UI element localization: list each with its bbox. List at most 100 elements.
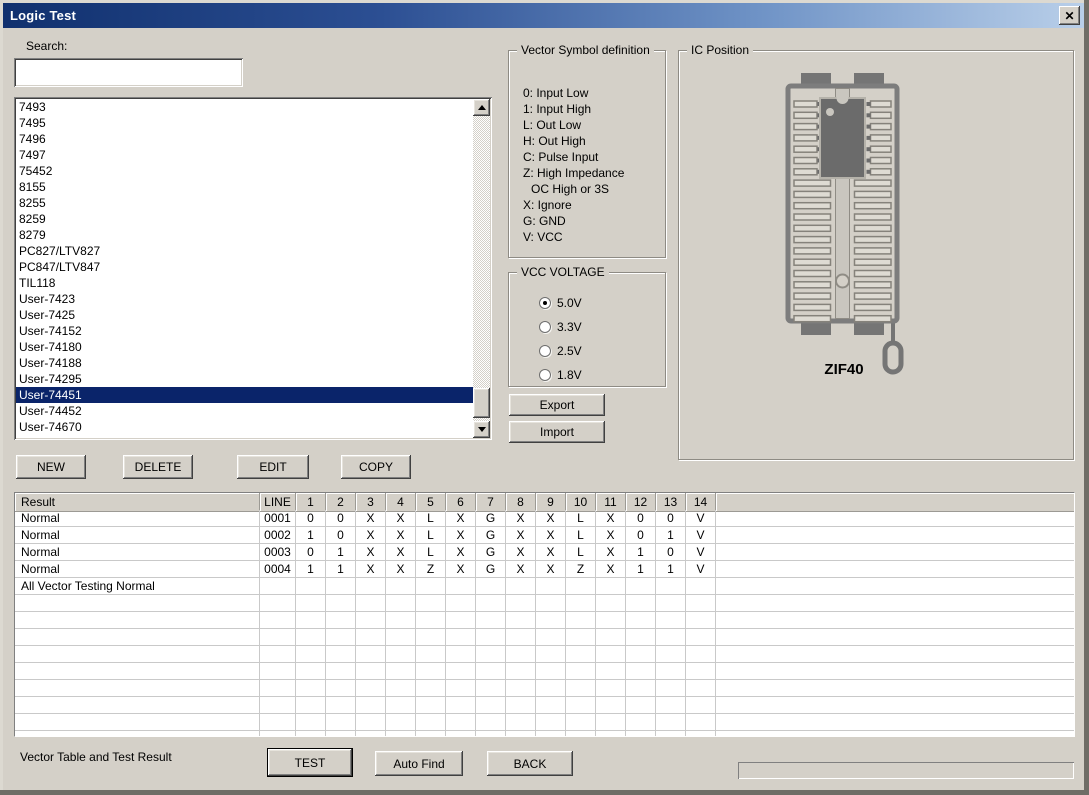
pin-cell[interactable]: 0 <box>656 510 686 527</box>
pin-cell[interactable]: Z <box>566 561 596 578</box>
list-item[interactable]: 8255 <box>16 195 473 211</box>
pin-cell[interactable]: X <box>386 510 416 527</box>
pin-cell[interactable]: X <box>536 510 566 527</box>
list-item[interactable]: TIL118 <box>16 275 473 291</box>
list-item[interactable]: 8259 <box>16 211 473 227</box>
line-cell[interactable]: 0001 <box>260 510 296 527</box>
test-button[interactable]: TEST <box>267 748 353 777</box>
scroll-up-button[interactable] <box>473 99 490 116</box>
radio-icon[interactable] <box>539 297 551 309</box>
list-item[interactable]: User-74451 <box>16 387 473 403</box>
pin-cell[interactable]: L <box>566 527 596 544</box>
new-button[interactable]: NEW <box>16 455 86 479</box>
edit-button[interactable]: EDIT <box>237 455 309 479</box>
list-item[interactable]: User-74152 <box>16 323 473 339</box>
pin-cell[interactable]: 1 <box>326 561 356 578</box>
list-item[interactable]: User-7423 <box>16 291 473 307</box>
pin-cell[interactable]: 1 <box>656 561 686 578</box>
result-cell[interactable]: Normal <box>15 510 260 527</box>
pin-cell[interactable]: X <box>596 527 626 544</box>
import-button[interactable]: Import <box>509 421 605 443</box>
pin-cell[interactable]: X <box>596 544 626 561</box>
pin-cell[interactable]: 1 <box>656 527 686 544</box>
pin-cell[interactable]: 1 <box>626 544 656 561</box>
auto-find-button[interactable]: Auto Find <box>375 751 463 776</box>
list-item[interactable]: User-74452 <box>16 403 473 419</box>
pin-cell[interactable]: X <box>356 544 386 561</box>
list-item[interactable]: 8279 <box>16 227 473 243</box>
pin-cell[interactable]: G <box>476 510 506 527</box>
pin-cell[interactable]: X <box>446 510 476 527</box>
pin-cell[interactable]: X <box>506 510 536 527</box>
pin-cell[interactable]: V <box>686 561 716 578</box>
copy-button[interactable]: COPY <box>341 455 411 479</box>
list-item[interactable]: 75452 <box>16 163 473 179</box>
line-cell[interactable]: 0004 <box>260 561 296 578</box>
device-list-scrollbar[interactable] <box>473 99 490 438</box>
pin-cell[interactable]: X <box>386 527 416 544</box>
pin-cell[interactable]: G <box>476 527 506 544</box>
search-input[interactable] <box>14 58 243 87</box>
pin-cell[interactable]: 0 <box>296 510 326 527</box>
delete-button[interactable]: DELETE <box>123 455 193 479</box>
pin-cell[interactable]: 0 <box>326 527 356 544</box>
vcc-option[interactable]: 3.3V <box>539 315 582 339</box>
pin-cell[interactable]: 1 <box>296 527 326 544</box>
pin-cell[interactable]: X <box>356 527 386 544</box>
radio-icon[interactable] <box>539 369 551 381</box>
list-item[interactable]: 7497 <box>16 147 473 163</box>
pin-cell[interactable]: X <box>596 561 626 578</box>
pin-cell[interactable]: X <box>446 527 476 544</box>
pin-cell[interactable]: 0 <box>296 544 326 561</box>
pin-cell[interactable]: X <box>536 561 566 578</box>
pin-cell[interactable]: X <box>356 561 386 578</box>
result-cell[interactable]: Normal <box>15 561 260 578</box>
list-item[interactable]: 7493 <box>16 99 473 115</box>
radio-icon[interactable] <box>539 345 551 357</box>
pin-cell[interactable]: X <box>356 510 386 527</box>
list-item[interactable]: 8155 <box>16 179 473 195</box>
radio-icon[interactable] <box>539 321 551 333</box>
back-button[interactable]: BACK <box>487 751 573 776</box>
pin-cell[interactable]: 0 <box>626 510 656 527</box>
result-cell[interactable]: Normal <box>15 527 260 544</box>
result-cell[interactable]: Normal <box>15 544 260 561</box>
pin-cell[interactable]: 0 <box>656 544 686 561</box>
pin-cell[interactable]: L <box>416 544 446 561</box>
list-item[interactable]: User-74670 <box>16 419 473 435</box>
vcc-option[interactable]: 2.5V <box>539 339 582 363</box>
scroll-down-button[interactable] <box>473 421 490 438</box>
close-icon[interactable]: ✕ <box>1059 6 1080 25</box>
scrollbar-thumb[interactable] <box>473 388 490 418</box>
pin-cell[interactable]: X <box>536 527 566 544</box>
line-cell[interactable]: 0002 <box>260 527 296 544</box>
pin-cell[interactable]: L <box>416 510 446 527</box>
vcc-option[interactable]: 5.0V <box>539 291 582 315</box>
pin-cell[interactable]: X <box>446 561 476 578</box>
pin-cell[interactable]: V <box>686 510 716 527</box>
pin-cell[interactable]: X <box>506 544 536 561</box>
pin-cell[interactable]: G <box>476 544 506 561</box>
pin-cell[interactable]: G <box>476 561 506 578</box>
list-item[interactable]: User-74180 <box>16 339 473 355</box>
pin-cell[interactable]: X <box>446 544 476 561</box>
line-cell[interactable]: 0003 <box>260 544 296 561</box>
vcc-option[interactable]: 1.8V <box>539 363 582 387</box>
list-item[interactable]: User-74295 <box>16 371 473 387</box>
pin-cell[interactable]: X <box>506 561 536 578</box>
title-bar[interactable]: Logic Test ✕ <box>3 3 1084 28</box>
pin-cell[interactable]: 0 <box>326 510 356 527</box>
pin-cell[interactable]: X <box>386 561 416 578</box>
pin-cell[interactable]: L <box>566 510 596 527</box>
pin-cell[interactable]: 1 <box>326 544 356 561</box>
pin-cell[interactable]: X <box>386 544 416 561</box>
list-item[interactable]: 7496 <box>16 131 473 147</box>
pin-cell[interactable]: L <box>416 527 446 544</box>
pin-cell[interactable]: L <box>566 544 596 561</box>
pin-cell[interactable]: V <box>686 527 716 544</box>
list-item[interactable]: PC827/LTV827 <box>16 243 473 259</box>
pin-cell[interactable]: 0 <box>626 527 656 544</box>
pin-cell[interactable]: X <box>536 544 566 561</box>
pin-cell[interactable]: 1 <box>296 561 326 578</box>
pin-cell[interactable]: 1 <box>626 561 656 578</box>
